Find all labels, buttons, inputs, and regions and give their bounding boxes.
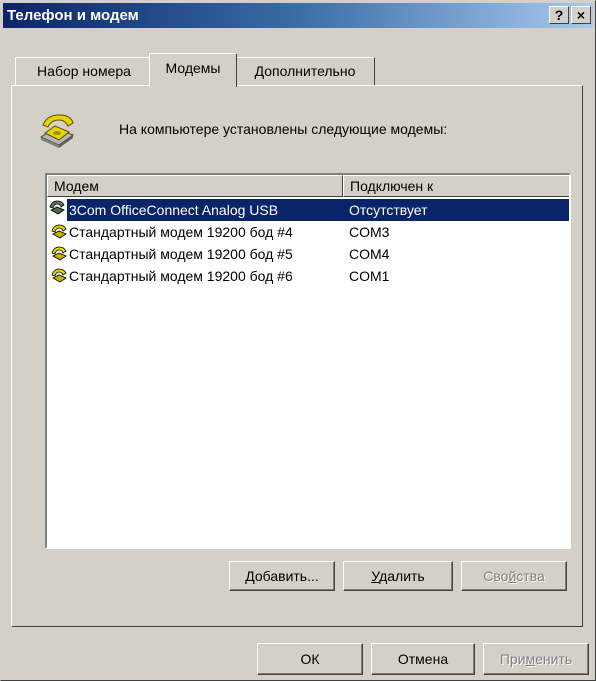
add-label-accel: Д <box>245 568 255 584</box>
properties-label-prefix: Сво <box>483 568 509 584</box>
tab-modems[interactable]: Модемы <box>149 53 237 87</box>
info-text: На компьютере установлены следующие моде… <box>119 121 448 137</box>
modem-name: Стандартный модем 19200 бод #6 <box>69 268 293 284</box>
properties-button[interactable]: Свойства <box>461 561 567 591</box>
apply-label-suffix: енить <box>535 651 573 667</box>
modem-port: Отсутствует <box>349 202 428 218</box>
modem-port: COM3 <box>349 224 390 240</box>
tab-advanced[interactable]: Дополнительно <box>235 57 375 85</box>
modem-phone-icon <box>51 246 67 261</box>
remove-button[interactable]: Удалить <box>343 561 453 591</box>
ok-button[interactable]: ОК <box>257 643 363 675</box>
apply-button[interactable]: Применить <box>483 643 589 675</box>
add-label-suffix: обавить... <box>254 568 319 584</box>
modem-name: Стандартный модем 19200 бод #4 <box>69 224 293 240</box>
modem-phone-icon <box>51 268 67 283</box>
add-button[interactable]: Добавить... <box>229 561 335 591</box>
modem-phone-icon <box>49 200 65 215</box>
remove-label-suffix: далить <box>379 568 425 584</box>
modem-name: 3Com OfficeConnect Analog USB <box>69 202 279 218</box>
column-header-port[interactable]: Подключен к <box>343 175 569 197</box>
close-button[interactable]: × <box>571 6 591 24</box>
phone-modem-dialog: Телефон и модем ? × Набор номера Дополни… <box>0 0 596 681</box>
modem-row[interactable]: Стандартный модем 19200 бод #4 COM3 <box>47 221 569 243</box>
modem-list[interactable]: Модем Подключен к 3Com OfficeConnect Ana… <box>45 173 571 549</box>
modem-port: COM4 <box>349 246 390 262</box>
modem-name: Стандартный модем 19200 бод #5 <box>69 246 293 262</box>
modem-port: COM1 <box>349 268 390 284</box>
cancel-button[interactable]: Отмена <box>371 643 475 675</box>
phone-modem-icon <box>39 114 75 148</box>
column-header-modem[interactable]: Модем <box>47 175 343 197</box>
title-bar[interactable]: Телефон и модем ? × <box>3 3 593 28</box>
modem-row[interactable]: Стандартный модем 19200 бод #5 COM4 <box>47 243 569 265</box>
modem-phone-icon <box>51 224 67 239</box>
tab-dialing[interactable]: Набор номера <box>15 57 153 85</box>
window-title: Телефон и модем <box>7 7 139 24</box>
apply-label-prefix: При <box>499 651 526 667</box>
help-button[interactable]: ? <box>549 6 569 24</box>
modem-row[interactable]: 3Com OfficeConnect Analog USB Отсутствуе… <box>67 199 569 221</box>
apply-label-accel: м <box>525 651 536 667</box>
properties-label-suffix: ства <box>516 568 545 584</box>
modem-row[interactable]: Стандартный модем 19200 бод #6 COM1 <box>47 265 569 287</box>
remove-label-accel: У <box>371 568 380 584</box>
